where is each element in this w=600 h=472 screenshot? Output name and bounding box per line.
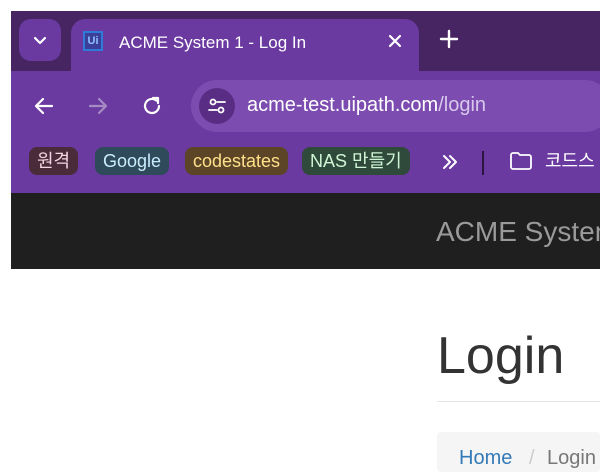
page-title: Login [437,327,565,385]
address-bar[interactable]: acme-test.uipath.com/login [191,80,600,132]
bookmark-item[interactable]: codestates [185,147,289,175]
uipath-favicon-icon: Ui [83,31,103,51]
chevron-down-icon [33,36,47,45]
url-host: acme-test.uipath.com [247,94,439,116]
breadcrumb-home-link[interactable]: Home [459,447,512,470]
tab-active[interactable]: Ui ACME System 1 - Log In [71,19,419,71]
back-arrow-icon[interactable] [31,93,57,119]
url-path: /login [438,94,487,116]
bookmark-item[interactable]: NAS 만들기 [302,147,410,175]
url-text[interactable]: acme-test.uipath.com/login [247,94,486,117]
bookmark-item[interactable]: Google [95,147,170,175]
app-navbar: ACME System [11,193,600,269]
breadcrumb-current: Login [547,447,596,469]
breadcrumb: Home / Login [437,432,600,472]
tab-strip: Ui ACME System 1 - Log In [11,11,600,71]
folder-icon[interactable] [509,149,533,173]
bookmarks-bar: 원격 Google codestates NAS 만들기 코드스 [11,141,600,193]
browser-window: Ui ACME System 1 - Log In acme-test.uipa… [11,11,600,269]
breadcrumb-separator: / [529,447,535,469]
bookmarks-divider [482,151,484,175]
bookmark-folder-label[interactable]: 코드스 [545,147,595,175]
tab-title: ACME System 1 - Log In [119,33,307,52]
new-tab-icon[interactable] [435,25,463,53]
tab-search-button[interactable] [19,19,61,61]
close-icon[interactable] [385,31,405,51]
forward-arrow-icon[interactable] [85,93,111,119]
heading-divider [437,401,600,402]
navbar-brand[interactable]: ACME System [436,216,600,248]
more-bookmarks-icon[interactable] [439,151,461,173]
navigation-toolbar: acme-test.uipath.com/login [11,71,600,141]
site-info-button[interactable] [199,88,235,124]
reload-icon[interactable] [139,93,165,119]
bookmark-item[interactable]: 원격 [29,147,79,175]
tune-icon [208,98,226,114]
